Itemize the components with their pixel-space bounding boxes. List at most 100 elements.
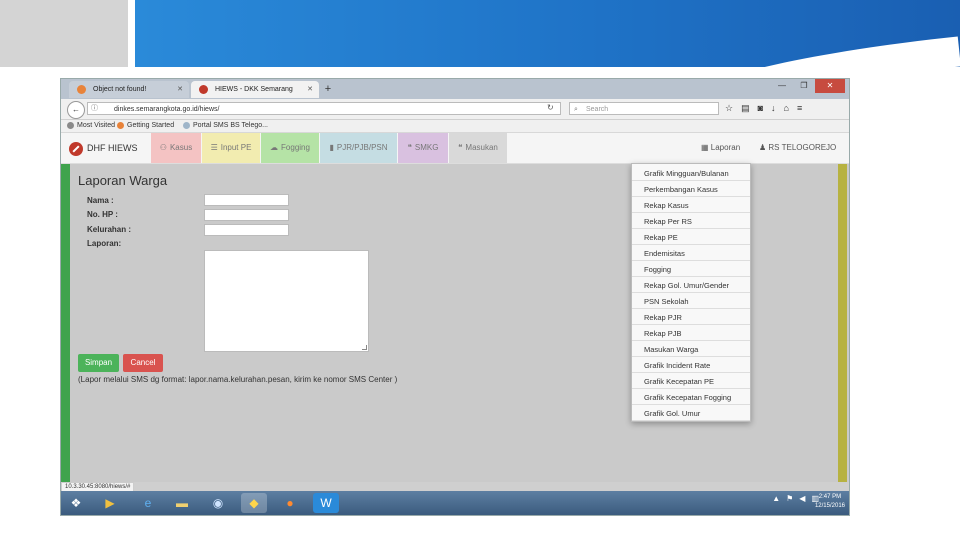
close-tab-icon[interactable]: ✕: [307, 81, 313, 98]
dropdown-item[interactable]: Rekap PJR: [632, 310, 750, 325]
taskbar-clock[interactable]: 2:47 PM 12/15/2016: [815, 493, 845, 511]
dropdown-item[interactable]: Grafik Kecepatan Fogging: [632, 390, 750, 405]
cloud-icon: ☁: [270, 143, 279, 152]
nav-label: PJR/PJB/PSN: [336, 143, 388, 152]
nav-label: Input PE: [220, 143, 252, 152]
list-icon: ☰: [210, 143, 218, 152]
page-icon: [183, 121, 190, 129]
left-accent-bar: [61, 164, 70, 482]
dropdown-item[interactable]: Rekap Per RS: [632, 214, 750, 229]
maximize-icon[interactable]: ❐: [793, 79, 815, 93]
comments-icon: ❝: [407, 143, 412, 152]
start-button-icon[interactable]: ❖: [63, 493, 89, 513]
nav-laporan[interactable]: ▦ Laporan: [701, 133, 740, 163]
laporan-label: Laporan:: [87, 239, 122, 248]
hp-field[interactable]: [204, 209, 289, 221]
dropdown-item[interactable]: Grafik Mingguan/Bulanan: [632, 166, 750, 181]
browser-window: Object not found! ✕ HIEWS - DKK Semarang…: [60, 78, 850, 516]
dropdown-item[interactable]: Grafik Kecepatan PE: [632, 374, 750, 389]
reading-list-icon[interactable]: ▤: [741, 103, 750, 114]
dropdown-item[interactable]: Masukan Warga: [632, 342, 750, 357]
volume-icon[interactable]: ◀: [799, 494, 805, 503]
bookmark-star-icon[interactable]: ☆: [725, 103, 733, 114]
hp-label: No. HP :: [87, 210, 118, 219]
bookmark-label: Most Visited: [77, 122, 115, 129]
right-accent-bar: [838, 164, 847, 482]
app-w-icon[interactable]: W: [313, 493, 339, 513]
file-icon: ▮: [329, 143, 334, 152]
internet-explorer-icon[interactable]: e: [135, 493, 161, 513]
flag-icon[interactable]: ⚑: [786, 494, 793, 503]
nav-pjr-pjb-psn[interactable]: ▮ PJR/PJB/PSN: [320, 133, 397, 163]
dropdown-item[interactable]: Grafik Gol. Umur: [632, 406, 750, 421]
bookmark-getting-started[interactable]: Getting Started: [117, 120, 174, 132]
nav-smkg[interactable]: ❝ SMKG: [398, 133, 448, 163]
reload-icon[interactable]: ↻: [547, 103, 554, 112]
dropdown-item[interactable]: PSN Sekolah: [632, 294, 750, 309]
back-icon[interactable]: ←: [67, 101, 85, 119]
nav-masukan[interactable]: ❝ Masukan: [449, 133, 507, 163]
slide-gray-block: [0, 0, 128, 67]
comments-icon: ❝: [458, 143, 463, 152]
tab-object-not-found[interactable]: Object not found! ✕: [69, 81, 189, 98]
bookmark-portal-sms[interactable]: Portal SMS BS Telego...: [183, 120, 268, 132]
bookmarks-bar: Most Visited Getting Started Portal SMS …: [61, 120, 849, 133]
network-app-icon[interactable]: ◉: [205, 493, 231, 513]
cancel-button[interactable]: Cancel: [123, 354, 163, 372]
nav-kasus[interactable]: ⚇ Kasus: [151, 133, 201, 163]
kelurahan-field[interactable]: [204, 224, 289, 236]
site-info-icon[interactable]: ⓘ: [91, 102, 98, 115]
search-placeholder: Search: [586, 106, 609, 113]
windows-taskbar: ❖ ▶ e ▬ ◉ ◆ ● W ▲ ⚑ ◀ ▥ 2:47 PM 12/15/20…: [61, 491, 849, 515]
pocket-icon[interactable]: ◙: [758, 103, 763, 114]
url-bar[interactable]: dinkes.semarangkota.go.id/hiews/: [87, 102, 561, 115]
nav-input-pe[interactable]: ☰ Input PE: [202, 133, 260, 163]
url-text: dinkes.semarangkota.go.id/hiews/: [114, 106, 220, 113]
paint-icon[interactable]: ◆: [241, 493, 267, 513]
new-tab-button[interactable]: +: [321, 81, 335, 98]
nama-field[interactable]: [204, 194, 289, 206]
menu-icon[interactable]: ≡: [797, 103, 802, 114]
dropdown-item[interactable]: Rekap Gol. Umur/Gender: [632, 278, 750, 293]
users-icon: ⚇: [159, 143, 167, 152]
bookmark-label: Portal SMS BS Telego...: [193, 122, 268, 129]
dropdown-item[interactable]: Grafik Incident Rate: [632, 358, 750, 373]
nav-label: SMKG: [414, 143, 439, 152]
page-title: Laporan Warga: [78, 173, 168, 188]
hiews-tab-icon: [199, 85, 208, 94]
home-icon[interactable]: ⌂: [784, 103, 789, 114]
dropdown-item[interactable]: Rekap PE: [632, 230, 750, 245]
download-icon[interactable]: ↓: [771, 103, 776, 114]
nav-label: Fogging: [281, 143, 310, 152]
close-window-icon[interactable]: ✕: [815, 79, 845, 93]
search-input[interactable]: ⌕ Search: [569, 102, 719, 115]
brand-text: DHF HIEWS: [87, 143, 138, 153]
media-player-icon[interactable]: ▶: [97, 493, 123, 513]
toolbar-icons: ☆ ▤ ◙ ↓ ⌂ ≡: [725, 103, 802, 114]
dropdown-item[interactable]: Rekap Kasus: [632, 198, 750, 213]
dropdown-item[interactable]: Perkembangan Kasus: [632, 182, 750, 197]
dropdown-item[interactable]: Rekap PJB: [632, 326, 750, 341]
tray-arrow-icon[interactable]: ▲: [772, 494, 780, 503]
tab-bar: Object not found! ✕ HIEWS - DKK Semarang…: [61, 79, 849, 99]
clock-date: 12/15/2016: [814, 503, 845, 509]
bookmark-label: Getting Started: [127, 122, 175, 129]
calendar-icon: ▦: [701, 143, 711, 152]
kelurahan-label: Kelurahan :: [87, 225, 132, 234]
dropdown-item[interactable]: Fogging: [632, 262, 750, 277]
laporan-textarea[interactable]: [204, 250, 369, 352]
firefox-taskbar-icon[interactable]: ●: [277, 493, 303, 513]
dropdown-item[interactable]: Endemisitas: [632, 246, 750, 261]
save-button[interactable]: Simpan: [78, 354, 119, 372]
tab-hiews[interactable]: HIEWS - DKK Semarang ✕: [191, 81, 319, 98]
no-mosquito-logo-icon: [69, 141, 83, 156]
minimize-icon[interactable]: —: [771, 79, 793, 93]
clock-time: 2:47 PM: [818, 494, 842, 500]
bookmark-most-visited[interactable]: Most Visited: [67, 120, 115, 132]
nav-user[interactable]: ♟ RS TELOGOREJO: [759, 133, 836, 163]
sms-format-note: (Lapor melalui SMS dg format: lapor.nama…: [78, 375, 398, 384]
close-tab-icon[interactable]: ✕: [177, 81, 183, 98]
brand[interactable]: DHF HIEWS: [69, 133, 138, 163]
folder-icon[interactable]: ▬: [169, 493, 195, 513]
nav-fogging[interactable]: ☁ Fogging: [261, 133, 319, 163]
